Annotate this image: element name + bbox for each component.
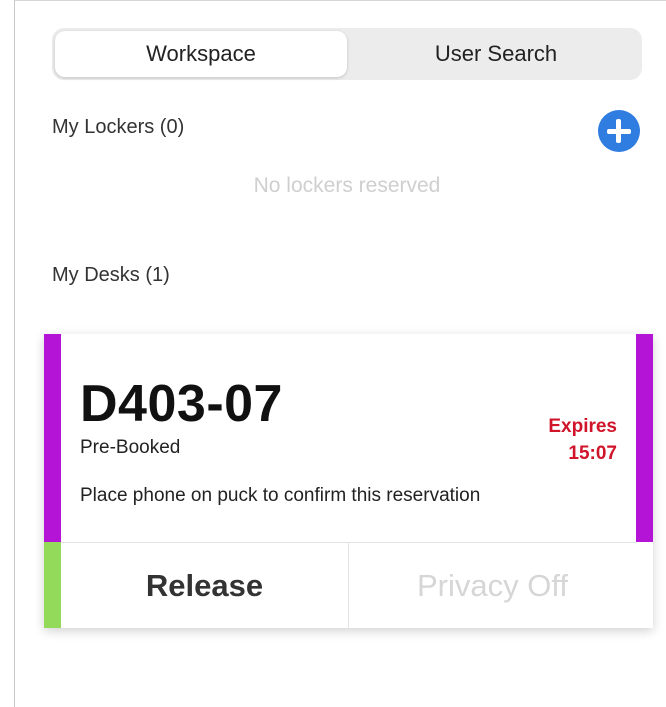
tab-workspace[interactable]: Workspace xyxy=(55,31,347,77)
confirm-instruction: Place phone on puck to confirm this rese… xyxy=(80,485,481,506)
desk-card: D403-07 Pre-Booked Expires 15:07 Place p… xyxy=(44,334,653,629)
expires-time: 15:07 xyxy=(568,443,617,464)
booking-status-bar-right xyxy=(636,334,653,542)
desk-status: Pre-Booked xyxy=(80,437,181,458)
expiry-info: Expires 15:07 xyxy=(548,413,617,467)
desk-id: D403-07 xyxy=(80,375,283,433)
view-switcher: Workspace User Search xyxy=(52,28,642,80)
tab-user-search[interactable]: User Search xyxy=(350,28,642,80)
expires-label: Expires xyxy=(548,416,617,437)
lockers-empty-text: No lockers reserved xyxy=(253,174,441,197)
desks-heading: My Desks (1) xyxy=(52,264,170,286)
lockers-heading: My Lockers (0) xyxy=(52,116,185,138)
privacy-off-button[interactable]: Privacy Off xyxy=(349,543,636,629)
booking-status-bar xyxy=(44,334,61,542)
release-accent-bar xyxy=(44,542,61,628)
plus-circle-icon[interactable] xyxy=(598,110,640,152)
desk-actions: Release Privacy Off xyxy=(61,542,636,629)
release-button[interactable]: Release xyxy=(61,543,349,629)
